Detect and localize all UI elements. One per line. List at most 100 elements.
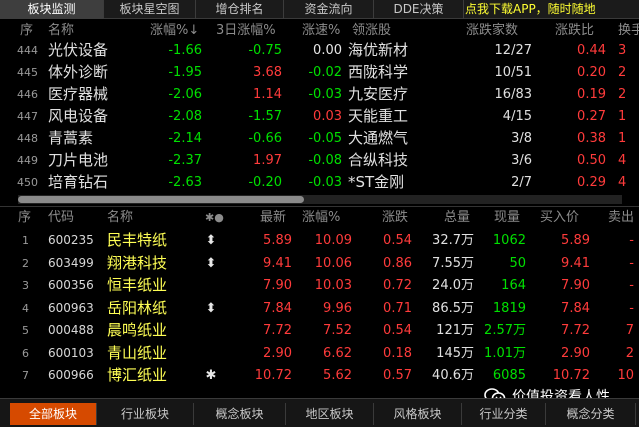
- sector-updown-count: 3/8: [511, 131, 532, 146]
- stock-name: 晨鸣纸业: [107, 321, 168, 339]
- stock-ask: 7: [625, 323, 634, 338]
- stock-last: 7.90: [263, 278, 292, 293]
- stock-updown: 0.86: [383, 255, 412, 271]
- sector-updown-count: 12/27: [494, 43, 532, 58]
- sector-change: -2.08: [168, 109, 202, 124]
- header-seq[interactable]: 序: [20, 22, 33, 40]
- sector-row[interactable]: 447 风电设备 -2.08 -1.57 0.03 天能重工 4/15 0.27 1: [0, 106, 639, 127]
- sector-turnover: 2: [618, 65, 627, 80]
- header-volume[interactable]: 总量: [444, 209, 470, 227]
- tab-concept-classification[interactable]: 概念分类: [546, 403, 636, 425]
- sector-ratio: 0.44: [577, 43, 606, 58]
- header-last[interactable]: 最新: [260, 209, 286, 227]
- stock-change: 10.06: [314, 255, 352, 271]
- stock-change: 7.52: [323, 323, 352, 338]
- tab-style-sectors[interactable]: 风格板块: [374, 403, 462, 425]
- stock-bid: 7.72: [561, 323, 590, 338]
- header-leader[interactable]: 领涨股: [352, 22, 391, 40]
- stock-flag: [205, 320, 217, 341]
- stock-row[interactable]: 2 603499 翔港科技 ⬍ 9.41 10.06 0.86 7.55万 50 9.41 -: [0, 253, 639, 274]
- download-app-promo[interactable]: 点我下载APP，随时随地: [465, 0, 639, 19]
- stock-ask: -: [629, 300, 634, 316]
- tab-region-sectors[interactable]: 地区板块: [286, 403, 374, 425]
- header-ask[interactable]: 卖出: [608, 209, 634, 227]
- sector-updown-count: 16/83: [494, 87, 532, 102]
- header-name[interactable]: 名称: [48, 22, 74, 40]
- tab-sector-star-map[interactable]: 板块星空图: [104, 0, 196, 19]
- sector-row[interactable]: 449 刀片电池 -2.37 1.97 -0.08 合纵科技 3/6 0.50 4: [0, 150, 639, 171]
- sector-name: 培育钻石: [48, 173, 109, 191]
- stock-name: 岳阳林纸: [107, 298, 168, 317]
- stock-row[interactable]: 5 000488 晨鸣纸业 7.72 7.52 0.54 121万 2.57万 7.72 7: [0, 320, 639, 341]
- stock-updown: 0.54: [383, 233, 412, 248]
- stock-code: 000488: [48, 323, 94, 337]
- tab-industry-sectors[interactable]: 行业板块: [97, 403, 194, 425]
- sector-seq: 445: [17, 66, 38, 79]
- sector-change-3d: -0.20: [248, 175, 282, 190]
- sector-seq: 450: [17, 176, 38, 189]
- stock-name: 恒丰纸业: [107, 276, 168, 294]
- horizontal-scrollbar[interactable]: [18, 195, 622, 204]
- header-flag[interactable]: ✱●: [205, 209, 224, 227]
- sector-row[interactable]: 448 青蒿素 -2.14 -0.66 -0.05 大通燃气 3/8 0.38 1: [0, 128, 639, 149]
- stock-row[interactable]: 7 600966 博汇纸业 ✱ 10.72 5.62 0.57 40.6万 6085 10.72 1…: [0, 365, 639, 386]
- stock-row[interactable]: 6 600103 青山纸业 2.90 6.62 0.18 145万 1.01万 2.90 2: [0, 343, 639, 364]
- header-name[interactable]: 名称: [107, 209, 133, 227]
- stock-seq: 1: [22, 234, 29, 247]
- header-ratio[interactable]: 涨跌比: [555, 22, 594, 40]
- sector-row[interactable]: 446 医疗器械 -2.06 1.14 -0.03 九安医疗 16/83 0.19 2: [0, 84, 639, 105]
- stock-bid: 5.89: [561, 233, 590, 248]
- sector-leader: 海优新材: [348, 41, 409, 59]
- sector-name: 体外诊断: [48, 63, 109, 81]
- tab-position-ranking[interactable]: 增仓排名: [196, 0, 284, 19]
- stock-change: 6.62: [323, 345, 352, 361]
- tab-sector-monitor[interactable]: 板块监测: [0, 0, 104, 19]
- stock-bid: 10.72: [552, 368, 590, 383]
- sector-ratio: 0.20: [577, 65, 606, 80]
- stock-volume: 7.55万: [432, 255, 474, 271]
- sector-leader: *ST金刚: [348, 173, 405, 191]
- sector-name: 风电设备: [48, 107, 109, 125]
- stock-row[interactable]: 4 600963 岳阳林纸 ⬍ 7.84 9.96 0.71 86.5万 1819 7.84 -: [0, 298, 639, 319]
- sector-turnover: 4: [618, 153, 627, 168]
- header-speed[interactable]: 涨速%: [302, 22, 340, 40]
- tab-all-sectors[interactable]: 全部板块: [10, 403, 97, 425]
- stock-volume: 40.6万: [432, 368, 474, 383]
- sector-change-3d: -1.57: [248, 109, 282, 124]
- stock-name: 民丰特纸: [107, 231, 168, 249]
- stock-updown: 0.57: [383, 368, 412, 383]
- header-turnover[interactable]: 换手: [618, 22, 639, 40]
- stock-row[interactable]: 3 600356 恒丰纸业 7.90 10.03 0.72 24.0万 164 7.90 -: [0, 275, 639, 296]
- stock-code: 600103: [48, 345, 94, 360]
- stock-last: 2.90: [263, 345, 292, 361]
- stock-change: 10.03: [314, 278, 352, 293]
- stock-updown: 0.54: [383, 323, 412, 338]
- header-current-volume[interactable]: 现量: [494, 209, 520, 227]
- stock-row[interactable]: 1 600235 民丰特纸 ⬍ 5.89 10.09 0.54 32.7万 1062 5.89 -: [0, 230, 639, 251]
- stock-bid: 7.84: [561, 300, 590, 316]
- header-change[interactable]: 涨幅%↓: [150, 22, 199, 40]
- sector-seq: 446: [17, 88, 38, 101]
- header-seq[interactable]: 序: [18, 209, 31, 227]
- header-code[interactable]: 代码: [48, 209, 74, 227]
- header-updown-count[interactable]: 涨跌家数: [466, 22, 518, 40]
- sector-row[interactable]: 445 体外诊断 -1.95 3.68 -0.02 西陇科学 10/51 0.20 2: [0, 62, 639, 83]
- sector-name: 医疗器械: [48, 85, 109, 103]
- tab-dde-decision[interactable]: DDE决策: [374, 0, 464, 19]
- header-change[interactable]: 涨幅%: [302, 209, 340, 227]
- scrollbar-thumb[interactable]: [18, 196, 304, 203]
- sector-row[interactable]: 444 光伏设备 -1.66 -0.75 0.00 海优新材 12/27 0.44 3: [0, 40, 639, 61]
- sector-seq: 449: [17, 154, 38, 167]
- stock-ask: 10: [617, 368, 634, 383]
- stock-flag: ⬍: [205, 300, 217, 316]
- stock-code: 600356: [48, 278, 94, 292]
- header-bid[interactable]: 买入价: [540, 209, 579, 227]
- sector-row[interactable]: 450 培育钻石 -2.63 -0.20 -0.03 *ST金刚 2/7 0.29 4: [0, 172, 639, 193]
- header-change-3d[interactable]: 3日涨幅%: [216, 22, 276, 40]
- tab-fund-flow[interactable]: 资金流向: [284, 0, 374, 19]
- tab-industry-classification[interactable]: 行业分类: [462, 403, 546, 425]
- stock-volume: 121万: [436, 323, 474, 338]
- tab-concept-sectors[interactable]: 概念板块: [194, 403, 286, 425]
- stock-volume: 86.5万: [432, 300, 474, 316]
- header-updown[interactable]: 涨跌: [382, 209, 408, 227]
